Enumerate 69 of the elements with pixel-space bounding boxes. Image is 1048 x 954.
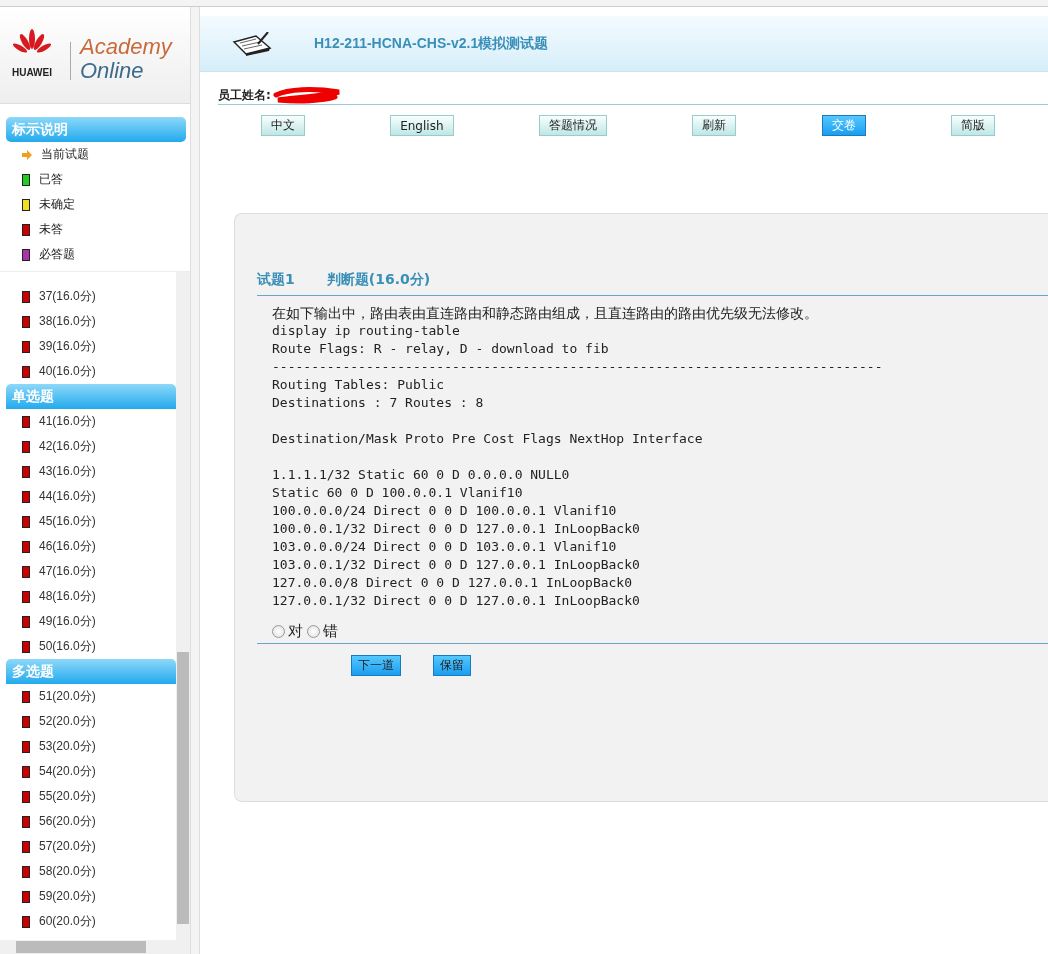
question-text-line: Destination/Mask Proto Pre Cost Flags NextHop Interface bbox=[272, 430, 704, 448]
question-link[interactable]: 57(20.0分) bbox=[0, 834, 176, 859]
question-link[interactable]: 54(20.0分) bbox=[0, 759, 176, 784]
toolbar-button[interactable]: 中文 bbox=[260, 115, 305, 136]
question-link[interactable]: 39(16.0分) bbox=[0, 334, 176, 359]
toolbar-button[interactable]: English bbox=[390, 115, 454, 136]
employee-name-label: 员工姓名: bbox=[218, 86, 271, 104]
question-link[interactable]: 41(16.0分) bbox=[0, 409, 176, 434]
option-label: 错 bbox=[323, 622, 338, 641]
question-text-line: 1.1.1.1/32 Static 60 0 D 0.0.0.0 NULL0 bbox=[272, 466, 571, 484]
question-link[interactable]: 58(20.0分) bbox=[0, 859, 176, 884]
question-text-line: 在如下输出中，路由表由直连路由和静态路由组成，且直连路由的路由优先级无法修改。 bbox=[272, 304, 819, 322]
question-link[interactable]: 50(16.0分) bbox=[0, 634, 176, 659]
question-number: 试题1 bbox=[257, 271, 295, 289]
question-link[interactable]: 42(16.0分) bbox=[0, 434, 176, 459]
question-link[interactable]: 43(16.0分) bbox=[0, 459, 176, 484]
question-link[interactable]: 51(20.0分) bbox=[0, 684, 176, 709]
question-text-line: ------------------------------------------------------------------------------ bbox=[272, 358, 884, 376]
question-text-line: 100.0.0.0/24 Direct 0 0 D 100.0.0.1 Vlanif10 bbox=[272, 502, 618, 520]
logo-text: Academy bbox=[80, 35, 172, 59]
question-link[interactable]: 59(20.0分) bbox=[0, 884, 176, 909]
legend-label: 未确定 bbox=[39, 196, 75, 213]
legend-label: 必答题 bbox=[39, 246, 75, 263]
logo-text: Online bbox=[80, 59, 144, 83]
exam-title: H12-211-HCNA-CHS-v2.1模拟测试题 bbox=[314, 34, 549, 53]
question-text-line: 127.0.0.0/8 Direct 0 0 D 127.0.0.1 InLoopBack0 bbox=[272, 574, 634, 592]
question-text-line: 103.0.0.0/24 Direct 0 0 D 103.0.0.1 Vlanif10 bbox=[272, 538, 618, 556]
legend-label: 未答 bbox=[39, 221, 63, 238]
question-link[interactable]: 52(20.0分) bbox=[0, 709, 176, 734]
brand-name: HUAWEI bbox=[12, 67, 52, 78]
question-link[interactable]: 44(16.0分) bbox=[0, 484, 176, 509]
scrollbar[interactable] bbox=[0, 940, 190, 954]
question-link[interactable]: 40(16.0分) bbox=[0, 359, 176, 384]
question-text-line: display ip routing-table bbox=[272, 322, 461, 340]
action-button[interactable]: 保留 bbox=[433, 655, 471, 676]
question-link[interactable]: 56(20.0分) bbox=[0, 809, 176, 834]
toolbar-button[interactable]: 简版 bbox=[951, 115, 996, 136]
section-header: 单选题 bbox=[6, 384, 176, 409]
question-link[interactable]: 37(16.0分) bbox=[0, 284, 176, 309]
radio-button[interactable] bbox=[272, 625, 285, 638]
question-link[interactable]: 48(16.0分) bbox=[0, 584, 176, 609]
question-link[interactable]: 46(16.0分) bbox=[0, 534, 176, 559]
question-link[interactable]: 38(16.0分) bbox=[0, 309, 176, 334]
question-text-line: Routing Tables: Public bbox=[272, 376, 446, 394]
question-link[interactable]: 47(16.0分) bbox=[0, 559, 176, 584]
question-link[interactable]: 49(16.0分) bbox=[0, 609, 176, 634]
question-text-line: 100.0.0.1/32 Direct 0 0 D 127.0.0.1 InLoopBack0 bbox=[272, 520, 641, 538]
question-link[interactable]: 45(16.0分) bbox=[0, 509, 176, 534]
question-text-line: Destinations : 7 Routes : 8 bbox=[272, 394, 485, 412]
question-link[interactable]: 60(20.0分) bbox=[0, 909, 176, 934]
question-text-line: 127.0.0.1/32 Direct 0 0 D 127.0.0.1 InLoopBack0 bbox=[272, 592, 641, 610]
question-link[interactable]: 53(20.0分) bbox=[0, 734, 176, 759]
section-header: 标示说明 bbox=[6, 117, 186, 142]
action-button[interactable]: 下一道 bbox=[351, 655, 401, 676]
question-type: 判断题(16.0分) bbox=[326, 271, 431, 289]
toolbar-button[interactable]: 答题情况 bbox=[538, 115, 607, 136]
redaction-scribble bbox=[272, 86, 343, 104]
legend-label: 当前试题 bbox=[41, 146, 89, 163]
question-link[interactable]: 55(20.0分) bbox=[0, 784, 176, 809]
toolbar-button[interactable]: 刷新 bbox=[692, 115, 737, 136]
question-text-line: Route Flags: R - relay, D - download to fib bbox=[272, 340, 610, 358]
radio-button[interactable] bbox=[307, 625, 320, 638]
question-text-line: 103.0.0.1/32 Direct 0 0 D 127.0.0.1 InLoopBack0 bbox=[272, 556, 641, 574]
scrollbar[interactable] bbox=[176, 272, 190, 940]
paper-pen-icon bbox=[232, 31, 272, 56]
option-label: 对 bbox=[288, 622, 303, 641]
section-header: 多选题 bbox=[6, 659, 176, 684]
question-text-line: Static 60 0 D 100.0.0.1 Vlanif10 bbox=[272, 484, 524, 502]
legend-label: 已答 bbox=[39, 171, 63, 188]
